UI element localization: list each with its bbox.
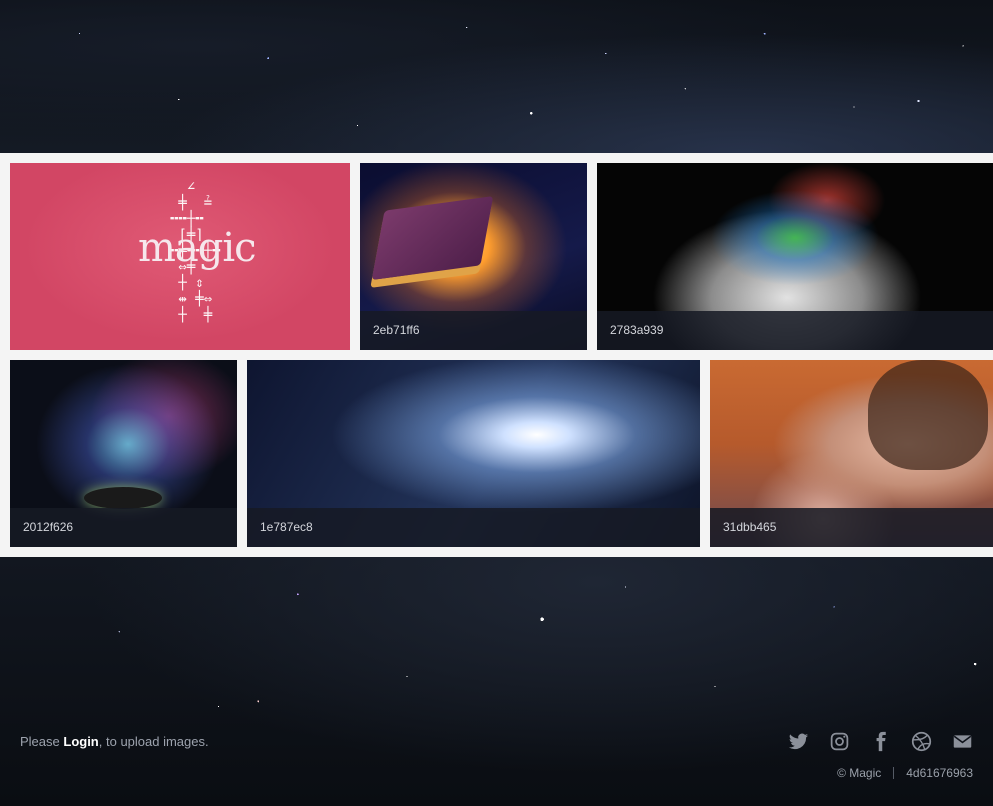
gallery-tile[interactable]: 31dbb465	[710, 360, 993, 547]
magic-hat-image	[84, 487, 162, 509]
gallery-tile[interactable]: 2012f626	[10, 360, 237, 547]
twitter-icon[interactable]	[788, 731, 809, 752]
logo-wordmark: magic	[138, 225, 257, 271]
tile-caption: 2012f626	[10, 508, 237, 547]
tile-caption: 1e787ec8	[247, 508, 700, 547]
login-prefix: Please	[20, 734, 64, 749]
login-link[interactable]: Login	[63, 734, 98, 749]
tile-caption: 2eb71ff6	[360, 311, 587, 350]
gallery-tile[interactable]: 2eb71ff6	[360, 163, 587, 350]
footer-meta: © Magic 4d61676963	[837, 766, 973, 780]
gallery-tile-logo[interactable]: ∠ ╪ ≟ ╍╍┼╍ ⌈╪⌉ ╍╪╍╍┼╍ ⇔╪ ┼ ⇕ ⇹ ╪⇔ ┼ ╪ ma…	[10, 163, 350, 350]
tile-caption: 31dbb465	[710, 508, 993, 547]
login-prompt: Please Login, to upload images.	[20, 734, 209, 749]
login-suffix: , to upload images.	[98, 734, 209, 749]
tile-caption: 2783a939	[597, 311, 993, 350]
instagram-icon[interactable]	[829, 731, 850, 752]
person-image	[868, 360, 988, 470]
divider	[893, 767, 895, 779]
copyright-text: © Magic	[837, 766, 882, 780]
gallery-tile[interactable]: 1e787ec8	[247, 360, 700, 547]
facebook-icon[interactable]	[870, 731, 891, 752]
gallery-tile[interactable]: 2783a939	[597, 163, 993, 350]
starfield-header	[0, 0, 993, 153]
build-hash: 4d61676963	[906, 766, 973, 780]
social-links	[788, 731, 973, 752]
dribbble-icon[interactable]	[911, 731, 932, 752]
email-icon[interactable]	[952, 731, 973, 752]
